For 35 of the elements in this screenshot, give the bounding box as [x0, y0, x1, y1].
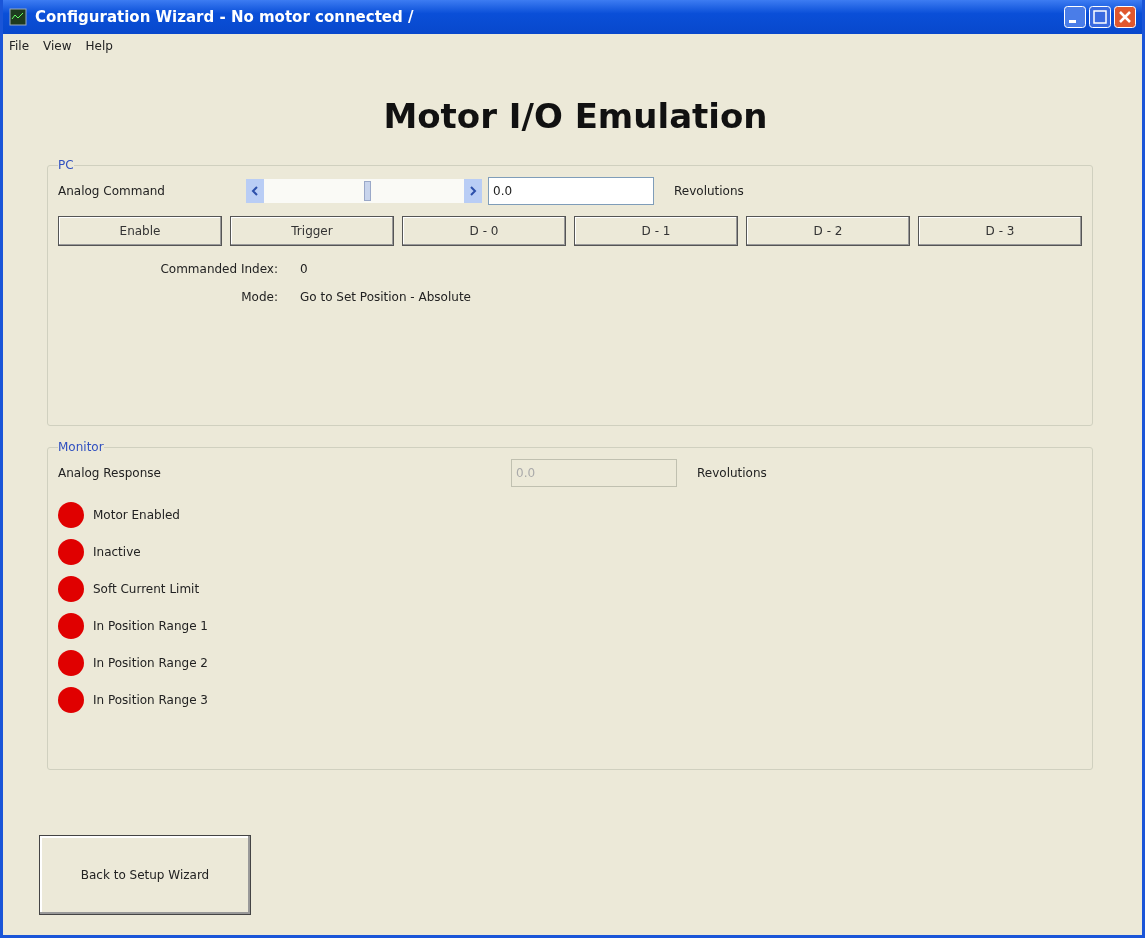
minimize-icon[interactable] — [1064, 6, 1086, 28]
slider[interactable] — [246, 179, 482, 203]
command-button[interactable]: D - 1 — [574, 216, 738, 246]
back-button[interactable]: Back to Setup Wizard — [39, 835, 251, 915]
command-button[interactable]: D - 3 — [918, 216, 1082, 246]
menu-item[interactable]: View — [43, 39, 72, 53]
unit-label: Revolutions — [697, 466, 767, 480]
status-label: Motor Enabled — [93, 508, 180, 522]
close-icon[interactable] — [1114, 6, 1136, 28]
analog-response-label: Analog Response — [58, 466, 162, 480]
info-label: Commanded Index: — [159, 262, 278, 276]
info-value: 0 — [300, 262, 309, 276]
status-label: In Position Range 2 — [93, 656, 208, 670]
status-label: In Position Range 3 — [93, 693, 208, 707]
group-label: Monitor — [58, 440, 104, 454]
info-value: Go to Set Position - Absolute — [300, 290, 472, 304]
status-label: Soft Current Limit — [93, 582, 200, 596]
maximize-icon[interactable] — [1089, 6, 1111, 28]
command-button[interactable]: D - 0 — [402, 216, 566, 246]
unit-label: Revolutions — [674, 184, 744, 198]
menu-item[interactable]: Help — [85, 39, 113, 53]
analog-command-label: Analog Command — [58, 184, 166, 198]
command-input[interactable]: 0.0 — [488, 177, 654, 205]
window-title: Configuration Wizard - No motor connected / — [35, 8, 415, 26]
command-button[interactable]: Trigger — [230, 216, 394, 246]
command-button[interactable]: D - 2 — [746, 216, 910, 246]
group-label: PC — [58, 158, 74, 172]
page-heading: Motor I/O Emulation — [382, 96, 769, 136]
menu-item[interactable]: File — [9, 39, 30, 53]
app-icon — [9, 8, 27, 26]
status-label: In Position Range 1 — [93, 619, 208, 633]
slider-thumb[interactable] — [364, 181, 371, 201]
info-label: Mode: — [240, 290, 278, 304]
command-button[interactable]: Enable — [58, 216, 222, 246]
status-label: Inactive — [93, 545, 141, 559]
